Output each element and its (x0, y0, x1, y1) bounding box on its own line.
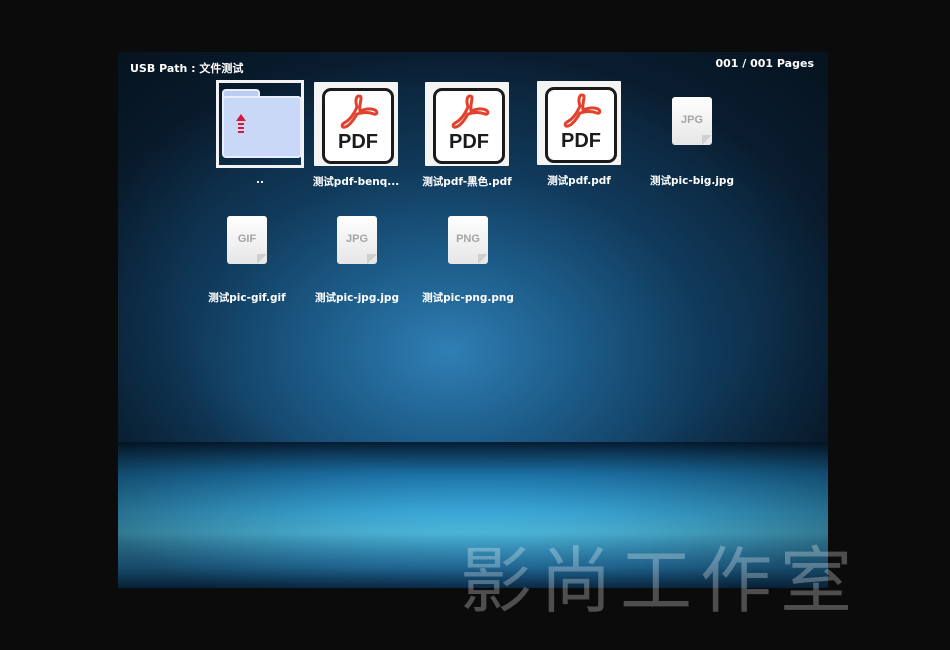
file-item-image[interactable]: GIF 测试pic-gif.gif (192, 216, 302, 316)
pdf-icon-text: PDF (561, 130, 601, 152)
pdf-icon: PDF (537, 81, 621, 165)
file-type-badge: GIF (237, 233, 257, 245)
png-file-icon: PNG (448, 216, 488, 264)
file-item-pdf[interactable]: PDF 测试pdf-benq... (301, 82, 411, 192)
file-item-pdf[interactable]: PDF 测试pdf-黑色.pdf (412, 82, 522, 192)
pdf-icon-frame: PDF (322, 88, 394, 164)
pdf-icon: PDF (314, 82, 398, 166)
up-arrow-dash (238, 127, 244, 129)
gif-file-icon: GIF (227, 216, 267, 264)
file-name: .. (256, 174, 264, 186)
pdf-icon-frame: PDF (433, 88, 505, 164)
jpg-file-icon: JPG (672, 97, 712, 145)
file-name: 测试pdf-黑色.pdf (422, 176, 512, 188)
pdf-icon: PDF (425, 82, 509, 166)
jpg-file-icon: JPG (337, 216, 377, 264)
file-name: 测试pic-big.jpg (650, 175, 734, 187)
up-arrow-icon (236, 114, 246, 121)
pdf-icon-text: PDF (338, 131, 378, 153)
file-item-image[interactable]: PNG 测试pic-png.png (413, 216, 523, 316)
pdf-icon-text: PDF (449, 131, 489, 153)
page-indicator: 001 / 001 Pages (715, 57, 814, 70)
file-browser-screen: USB Path : 文件测试 001 / 001 Pages .. PDF 测… (118, 52, 828, 588)
file-name: 测试pic-jpg.jpg (315, 292, 399, 304)
watermark: 影尚工作室 (460, 539, 861, 623)
acrobat-symbol-icon (563, 93, 602, 128)
file-type-badge: PNG (456, 233, 480, 245)
folder-up-icon (222, 96, 302, 158)
file-name: 测试pic-gif.gif (208, 292, 286, 304)
up-arrow-dash (238, 123, 244, 125)
file-item-pdf[interactable]: PDF 测试pdf.pdf (524, 81, 634, 191)
acrobat-symbol-icon (340, 94, 379, 129)
selection-highlight (216, 80, 304, 168)
file-name: 测试pdf.pdf (547, 175, 611, 187)
file-item-image[interactable]: JPG 测试pic-jpg.jpg (302, 216, 412, 316)
up-arrow-dash (238, 131, 244, 133)
usb-path-label: USB Path : 文件测试 (130, 62, 244, 75)
file-type-badge: JPG (345, 233, 368, 245)
acrobat-symbol-icon (451, 94, 490, 129)
file-item-image[interactable]: JPG 测试pic-big.jpg (637, 97, 747, 197)
pdf-icon-frame: PDF (545, 87, 617, 163)
file-item-parent-folder[interactable]: .. (205, 80, 315, 190)
file-type-badge: JPG (680, 114, 703, 126)
file-name: 测试pdf-benq... (312, 176, 400, 188)
file-name: 测试pic-png.png (422, 292, 514, 304)
